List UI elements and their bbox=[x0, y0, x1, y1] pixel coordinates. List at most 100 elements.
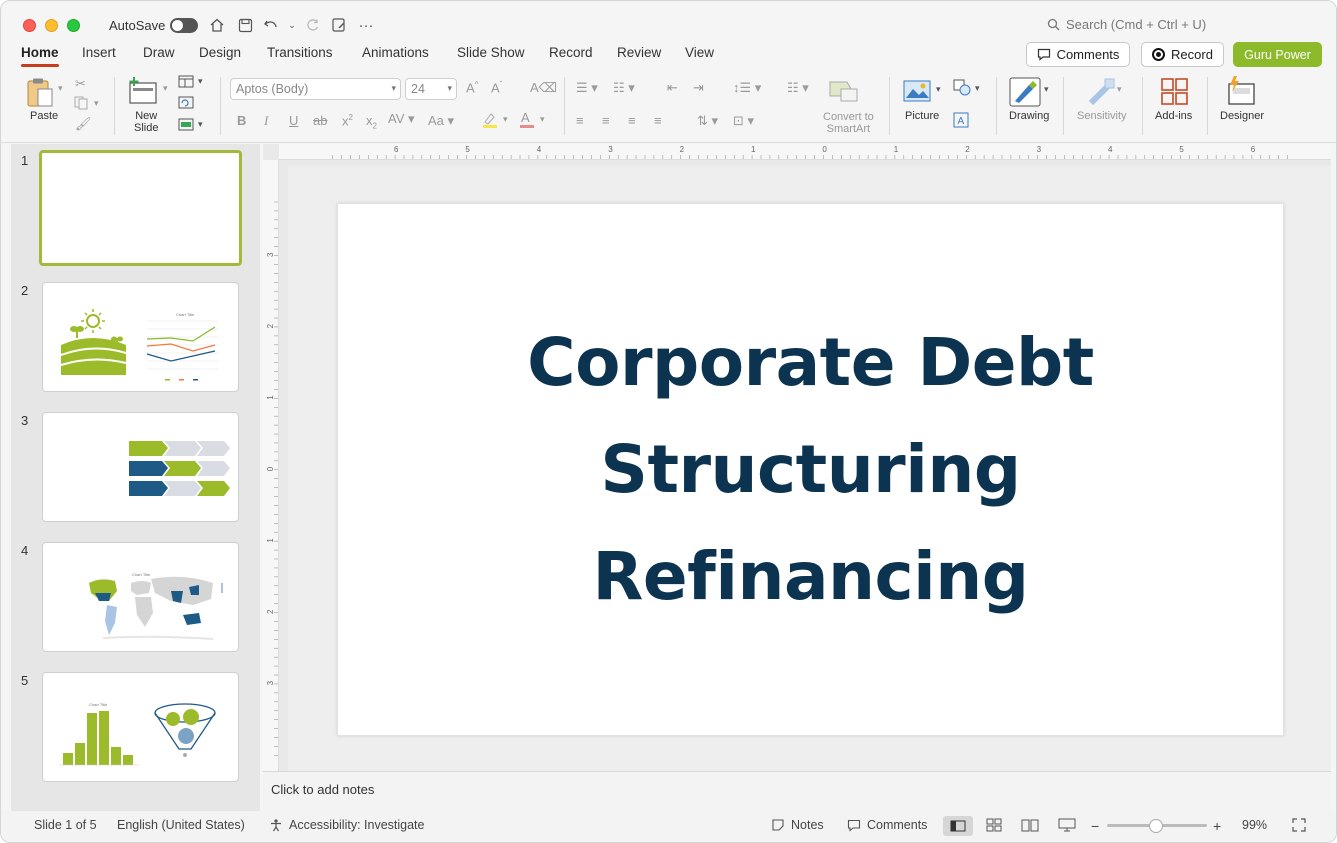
reading-view-button[interactable] bbox=[1021, 818, 1039, 835]
shrink-font-icon[interactable]: Aˇ bbox=[491, 80, 502, 95]
redo-icon[interactable] bbox=[301, 14, 323, 36]
normal-view-button[interactable] bbox=[943, 816, 973, 836]
slide-thumbnail-1[interactable] bbox=[39, 150, 242, 266]
close-window-button[interactable] bbox=[23, 19, 36, 32]
autosave-toggle[interactable] bbox=[170, 18, 198, 33]
undo-icon[interactable] bbox=[260, 14, 282, 36]
tab-view[interactable]: View bbox=[685, 45, 714, 60]
picture-button[interactable] bbox=[903, 79, 933, 108]
accessibility-status[interactable]: Accessibility: Investigate bbox=[269, 818, 424, 832]
sensitivity-button[interactable] bbox=[1087, 77, 1117, 112]
decrease-indent-icon[interactable]: ⇤ bbox=[667, 80, 678, 96]
sensitivity-dropdown-icon[interactable]: ▾ bbox=[1117, 84, 1122, 95]
cut-icon[interactable]: ✂ bbox=[75, 76, 86, 92]
align-right-icon[interactable]: ≡ bbox=[628, 113, 636, 128]
increase-indent-icon[interactable]: ⇥ bbox=[693, 80, 704, 96]
text-direction-icon[interactable]: ⇅ ▾ bbox=[697, 113, 718, 129]
guru-power-button[interactable]: Guru Power bbox=[1233, 42, 1322, 67]
designer-button[interactable] bbox=[1225, 75, 1257, 112]
home-icon[interactable] bbox=[206, 14, 228, 36]
format-painter-icon[interactable]: 🖌 bbox=[75, 116, 92, 132]
search-input[interactable]: Search (Cmd + Ctrl + U) bbox=[1066, 17, 1206, 32]
text-box-icon[interactable]: A bbox=[953, 112, 969, 131]
copy-dropdown-icon[interactable]: ▾ bbox=[94, 98, 99, 109]
clear-formatting-icon[interactable]: A⌫ bbox=[530, 80, 557, 96]
more-icon[interactable]: ··· bbox=[355, 14, 377, 36]
picture-dropdown-icon[interactable]: ▾ bbox=[936, 84, 941, 95]
maximize-window-button[interactable] bbox=[67, 19, 80, 32]
font-size-select[interactable]: 24 ▾ bbox=[405, 78, 457, 100]
slide-title[interactable]: Corporate Debt Structuring Refinancing bbox=[338, 309, 1283, 630]
tab-transitions[interactable]: Transitions bbox=[267, 45, 333, 60]
slide-thumbnail-5[interactable]: Chart Title bbox=[42, 672, 239, 782]
character-spacing-icon[interactable]: AV ▾ bbox=[388, 111, 415, 127]
align-left-icon[interactable]: ≡ bbox=[576, 113, 584, 128]
tab-draw[interactable]: Draw bbox=[143, 45, 175, 60]
notes-pane[interactable]: Click to add notes bbox=[263, 771, 1331, 811]
tab-animations[interactable]: Animations bbox=[362, 45, 429, 60]
tab-design[interactable]: Design bbox=[199, 45, 241, 60]
current-slide[interactable]: Corporate Debt Structuring Refinancing bbox=[337, 203, 1284, 736]
copy-icon[interactable] bbox=[74, 96, 90, 113]
save-icon[interactable] bbox=[234, 14, 256, 36]
language-status[interactable]: English (United States) bbox=[117, 818, 245, 832]
comments-toggle[interactable]: Comments bbox=[847, 818, 927, 832]
shapes-icon[interactable] bbox=[953, 79, 973, 100]
notes-toggle[interactable]: Notes bbox=[771, 818, 824, 832]
section-dropdown-icon[interactable]: ▾ bbox=[198, 119, 203, 130]
layout-icon[interactable] bbox=[178, 75, 194, 91]
minimize-window-button[interactable] bbox=[45, 19, 58, 32]
addins-button[interactable] bbox=[1160, 77, 1190, 112]
zoom-in-button[interactable]: + bbox=[1213, 818, 1221, 834]
slide-thumbnail-4[interactable]: Chart Title bbox=[42, 542, 239, 652]
section-icon[interactable] bbox=[178, 118, 194, 134]
bullets-icon[interactable]: ☰ ▾ bbox=[576, 80, 598, 96]
zoom-slider-thumb[interactable] bbox=[1149, 819, 1163, 833]
slide-thumbnail-2[interactable]: Chart Title bbox=[42, 282, 239, 392]
convert-smartart-button[interactable] bbox=[829, 79, 859, 108]
drawing-button[interactable] bbox=[1009, 77, 1041, 112]
tab-home[interactable]: Home bbox=[21, 45, 59, 60]
zoom-out-button[interactable]: − bbox=[1091, 818, 1099, 834]
layout-dropdown-icon[interactable]: ▾ bbox=[198, 76, 203, 87]
subscript-icon[interactable]: x2 bbox=[366, 113, 377, 131]
justify-icon[interactable]: ≡ bbox=[654, 113, 662, 128]
columns-icon[interactable]: ☷ ▾ bbox=[787, 80, 809, 96]
strikethrough-icon[interactable]: ab bbox=[313, 113, 327, 128]
fit-slide-button[interactable] bbox=[1292, 818, 1306, 835]
zoom-level[interactable]: 99% bbox=[1242, 818, 1267, 832]
slide-thumbnail-3[interactable] bbox=[42, 412, 239, 522]
tab-insert[interactable]: Insert bbox=[82, 45, 116, 60]
reset-icon[interactable] bbox=[178, 96, 194, 112]
paste-button[interactable] bbox=[25, 77, 59, 114]
record-button[interactable]: Record bbox=[1141, 42, 1224, 67]
tab-review[interactable]: Review bbox=[617, 45, 661, 60]
slideshow-view-button[interactable] bbox=[1058, 818, 1076, 835]
align-center-icon[interactable]: ≡ bbox=[602, 113, 610, 128]
grow-font-icon[interactable]: A^ bbox=[466, 80, 478, 95]
font-name-select[interactable]: Aptos (Body) ▾ bbox=[230, 78, 401, 100]
font-color-icon[interactable]: A ▾ bbox=[518, 110, 548, 132]
undo-dropdown-icon[interactable]: ⌄ bbox=[281, 14, 303, 36]
drawing-dropdown-icon[interactable]: ▾ bbox=[1044, 84, 1049, 95]
search-box[interactable]: Search (Cmd + Ctrl + U) bbox=[1047, 17, 1206, 32]
customize-icon[interactable] bbox=[328, 14, 350, 36]
superscript-icon[interactable]: x2 bbox=[342, 113, 353, 128]
underline-icon[interactable]: U bbox=[289, 113, 298, 128]
tab-slide-show[interactable]: Slide Show bbox=[457, 45, 525, 60]
numbering-icon[interactable]: ☷ ▾ bbox=[613, 80, 635, 96]
slide-sorter-button[interactable] bbox=[986, 818, 1002, 835]
paste-dropdown-icon[interactable]: ▾ bbox=[58, 83, 63, 94]
italic-icon[interactable]: I bbox=[264, 113, 268, 129]
notes-placeholder[interactable]: Click to add notes bbox=[271, 782, 374, 797]
change-case-icon[interactable]: Aa ▾ bbox=[428, 113, 454, 129]
bold-icon[interactable]: B bbox=[237, 113, 246, 128]
comments-button[interactable]: Comments bbox=[1026, 42, 1130, 67]
new-slide-dropdown-icon[interactable]: ▾ bbox=[163, 83, 168, 94]
shapes-dropdown-icon[interactable]: ▾ bbox=[975, 83, 980, 94]
tab-record[interactable]: Record bbox=[549, 45, 593, 60]
highlight-icon[interactable]: ▾ bbox=[481, 111, 511, 132]
align-text-icon[interactable]: ⊡ ▾ bbox=[733, 113, 754, 129]
line-spacing-icon[interactable]: ↕☰ ▾ bbox=[733, 80, 761, 96]
new-slide-button[interactable] bbox=[128, 77, 158, 110]
